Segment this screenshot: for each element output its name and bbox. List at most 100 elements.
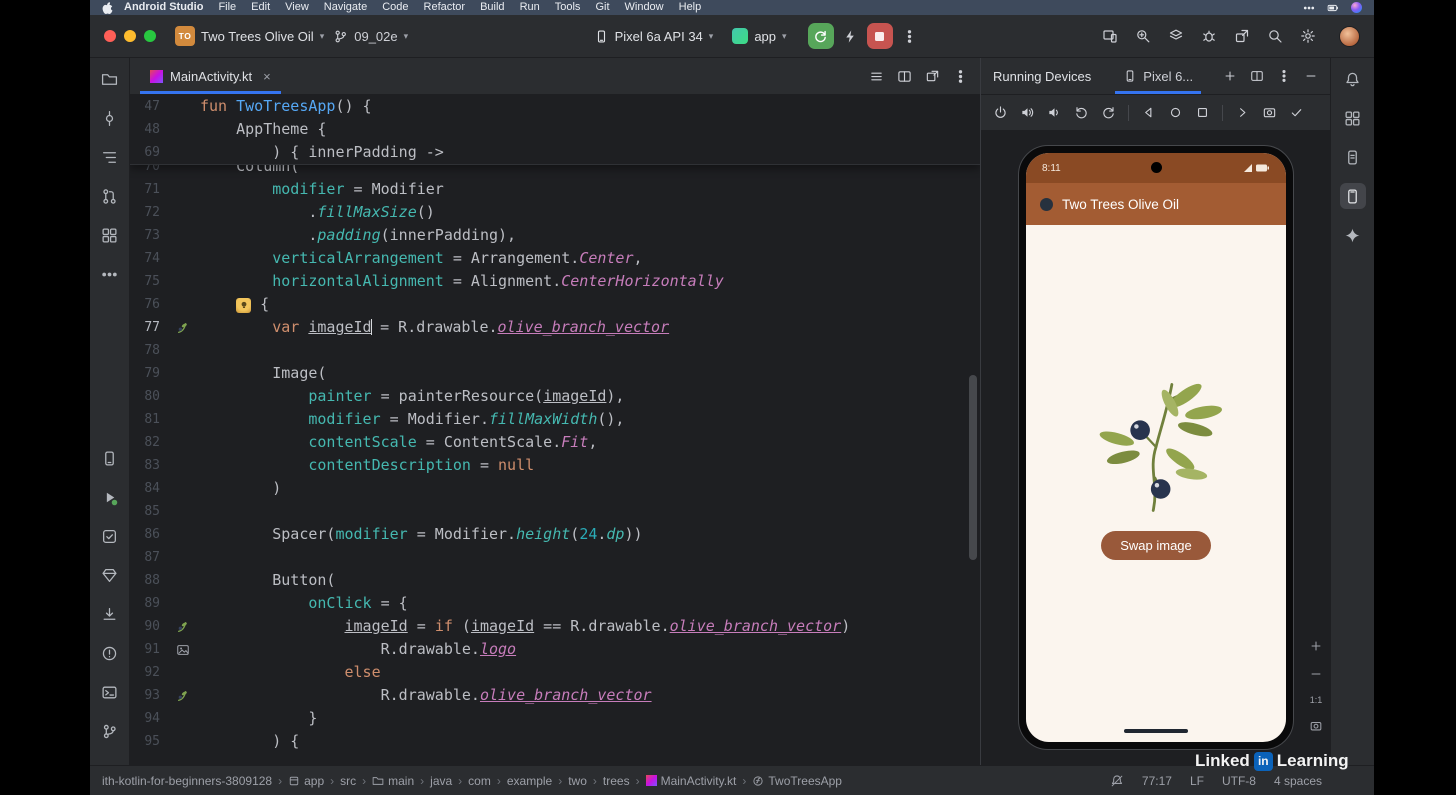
plus-icon[interactable] [1223, 69, 1237, 83]
run-config-selector[interactable]: app ▾ [732, 28, 787, 44]
close-window-button[interactable] [104, 30, 116, 42]
breadcrumb-item-example[interactable]: example [507, 774, 552, 788]
breadcrumb-item-twotreesapp[interactable]: TwoTreesApp [752, 774, 842, 788]
rotate-right-icon[interactable] [1101, 105, 1116, 120]
split-icon[interactable] [897, 69, 912, 84]
device-tab-pixel6[interactable]: Pixel 6... [1113, 58, 1203, 94]
phone-screen[interactable]: 8:11 Two Trees Olive Oil Swap image [1026, 153, 1286, 742]
zoom-window-button[interactable] [144, 30, 156, 42]
screenshot-icon[interactable] [1262, 105, 1277, 120]
line-ending[interactable]: LF [1190, 774, 1204, 788]
line-number[interactable]: 90 [130, 615, 172, 638]
device-manager-icon[interactable] [1102, 28, 1118, 44]
editor-tab-mainactivity[interactable]: MainActivity.kt × [138, 58, 283, 94]
menu-build[interactable]: Build [480, 0, 504, 15]
line-number[interactable]: 47 [130, 95, 172, 118]
apple-menu-icon[interactable] [102, 1, 114, 14]
volume-up-icon[interactable] [1020, 105, 1035, 120]
line-number[interactable]: 71 [130, 178, 172, 201]
gutter-vector-icon[interactable] [172, 316, 194, 339]
line-number[interactable]: 76 [130, 293, 172, 316]
line-number[interactable]: 80 [130, 385, 172, 408]
detach-icon[interactable] [925, 69, 940, 84]
tool-gemini[interactable] [1340, 222, 1366, 248]
chevron-right-icon[interactable] [1235, 105, 1250, 120]
stop-button[interactable] [866, 23, 893, 49]
swap-image-button[interactable]: Swap image [1101, 531, 1211, 560]
line-number[interactable]: 75 [130, 270, 172, 293]
phone-mirror[interactable]: 8:11 Two Trees Olive Oil Swap image [1018, 145, 1294, 750]
line-number[interactable]: 92 [130, 661, 172, 684]
more-actions-button[interactable] [902, 29, 917, 44]
tool-structure[interactable] [97, 144, 123, 170]
zoom-in-button[interactable] [1309, 639, 1323, 653]
tool-version-control[interactable] [97, 718, 123, 744]
breadcrumb-item-two[interactable]: two [568, 774, 587, 788]
line-number[interactable]: 72 [130, 201, 172, 224]
line-number[interactable]: 82 [130, 431, 172, 454]
build-variants-icon[interactable] [1168, 28, 1184, 44]
minimize-window-button[interactable] [124, 30, 136, 42]
tool-device-explorer-right[interactable] [1340, 144, 1366, 170]
kebab-icon[interactable] [1277, 69, 1291, 83]
screenshot-button[interactable] [1309, 719, 1323, 733]
export-icon[interactable] [1234, 28, 1250, 44]
notifications-muted-icon[interactable] [1110, 774, 1124, 788]
tool-project-folder[interactable] [97, 66, 123, 92]
line-number[interactable]: 95 [130, 730, 172, 753]
breadcrumb-item-main[interactable]: main [372, 774, 414, 788]
line-number[interactable]: 48 [130, 118, 172, 141]
power-icon[interactable] [993, 105, 1008, 120]
breadcrumb-item-ith-kotlin-for-beginners-3809128[interactable]: ith-kotlin-for-beginners-3809128 [102, 774, 272, 788]
gutter-image-icon[interactable] [172, 638, 194, 661]
tool-pull-requests[interactable] [97, 183, 123, 209]
cursor-position[interactable]: 77:17 [1142, 774, 1172, 788]
menu-edit[interactable]: Edit [251, 0, 270, 15]
tool-build[interactable] [97, 601, 123, 627]
gutter-vector-icon[interactable] [172, 684, 194, 707]
line-number[interactable]: 81 [130, 408, 172, 431]
tool-terminal[interactable] [97, 679, 123, 705]
project-selector[interactable]: TO Two Trees Olive Oil ▾ [175, 26, 324, 46]
line-number[interactable]: 79 [130, 362, 172, 385]
tool-services[interactable] [97, 222, 123, 248]
line-number[interactable]: 91 [130, 638, 172, 661]
breadcrumb-item-mainactivity-kt[interactable]: MainActivity.kt [645, 774, 736, 788]
tool-todo[interactable] [97, 523, 123, 549]
tool-app-quality[interactable] [97, 562, 123, 588]
rerun-button[interactable] [807, 23, 834, 49]
breadcrumb-item-trees[interactable]: trees [603, 774, 630, 788]
menu-file[interactable]: File [218, 0, 236, 15]
gutter-vector-icon[interactable] [172, 615, 194, 638]
branch-selector[interactable]: 09_02e ▾ [333, 29, 408, 44]
line-number[interactable]: 69 [130, 141, 172, 164]
line-number[interactable]: 89 [130, 592, 172, 615]
line-number[interactable]: 77 [130, 316, 172, 339]
line-number[interactable]: 93 [130, 684, 172, 707]
tool-commit[interactable] [97, 105, 123, 131]
line-number[interactable]: 85 [130, 500, 172, 523]
siri-icon[interactable] [1351, 2, 1362, 13]
list-lines-icon[interactable] [869, 69, 884, 84]
breadcrumb-item-java[interactable]: java [430, 774, 452, 788]
menu-refactor[interactable]: Refactor [424, 0, 466, 15]
breadcrumb-item-src[interactable]: src [340, 774, 356, 788]
line-number[interactable]: 88 [130, 569, 172, 592]
nav-home-icon[interactable] [1168, 105, 1183, 120]
profiler-icon[interactable] [1201, 28, 1217, 44]
kebab-icon[interactable] [953, 69, 968, 84]
nav-back-icon[interactable] [1141, 105, 1156, 120]
menu-help[interactable]: Help [679, 0, 702, 15]
intention-bulb-icon[interactable] [236, 297, 252, 313]
tool-running-devices[interactable] [1339, 183, 1366, 209]
encoding[interactable]: UTF-8 [1222, 774, 1256, 788]
rotate-left-icon[interactable] [1074, 105, 1089, 120]
line-number[interactable]: 70 [130, 165, 172, 178]
line-number[interactable]: 87 [130, 546, 172, 569]
search-icon[interactable] [1267, 28, 1283, 44]
tool-run[interactable] [97, 484, 123, 510]
menu-window[interactable]: Window [625, 0, 664, 15]
menu-run[interactable]: Run [520, 0, 540, 15]
menu-navigate[interactable]: Navigate [324, 0, 367, 15]
close-tab-icon[interactable]: × [263, 69, 271, 84]
